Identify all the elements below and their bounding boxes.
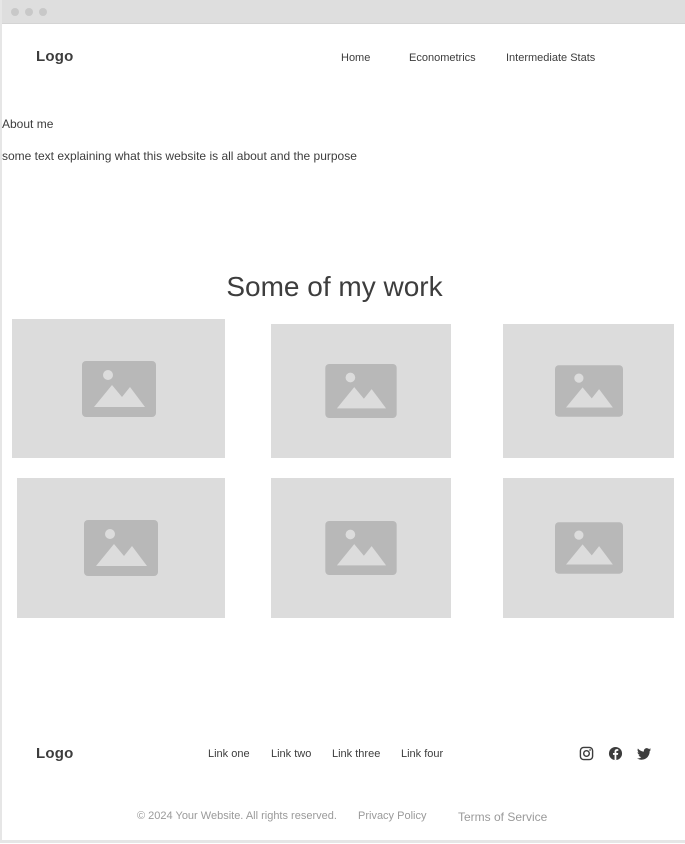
instagram-icon[interactable] bbox=[579, 746, 594, 761]
copyright-text: © 2024 Your Website. All rights reserved… bbox=[137, 810, 337, 822]
nav-intermediate-stats[interactable]: Intermediate Stats bbox=[506, 52, 595, 64]
image-placeholder-icon bbox=[554, 365, 623, 417]
work-section-title: Some of my work bbox=[226, 271, 443, 302]
header-logo[interactable]: Logo bbox=[36, 48, 73, 65]
work-card[interactable] bbox=[12, 319, 225, 458]
image-placeholder-icon bbox=[81, 360, 156, 417]
window-maximize-dot[interactable] bbox=[39, 8, 47, 16]
work-card[interactable] bbox=[271, 478, 451, 618]
browser-window: Logo Home Econometrics Intermediate Stat… bbox=[0, 0, 685, 843]
image-placeholder-icon bbox=[325, 521, 397, 575]
about-text: some text explaining what this website i… bbox=[2, 149, 357, 163]
facebook-icon[interactable] bbox=[608, 746, 623, 761]
footer-link-three[interactable]: Link three bbox=[332, 748, 380, 760]
image-placeholder-icon bbox=[554, 522, 623, 574]
work-card[interactable] bbox=[503, 324, 674, 458]
nav-econometrics[interactable]: Econometrics bbox=[409, 52, 476, 64]
footer-link-four[interactable]: Link four bbox=[401, 748, 443, 760]
work-card[interactable] bbox=[17, 478, 225, 618]
image-placeholder-icon bbox=[325, 364, 397, 418]
work-card[interactable] bbox=[503, 478, 674, 618]
window-close-dot[interactable] bbox=[11, 8, 19, 16]
work-card[interactable] bbox=[271, 324, 451, 458]
footer-link-two[interactable]: Link two bbox=[271, 748, 311, 760]
footer-link-one[interactable]: Link one bbox=[208, 748, 250, 760]
twitter-icon[interactable] bbox=[637, 746, 652, 761]
window-minimize-dot[interactable] bbox=[25, 8, 33, 16]
terms-of-service-link[interactable]: Terms of Service bbox=[458, 810, 547, 824]
footer-logo[interactable]: Logo bbox=[36, 745, 73, 762]
image-placeholder-icon bbox=[84, 520, 158, 576]
window-titlebar bbox=[2, 0, 685, 24]
nav-home[interactable]: Home bbox=[341, 52, 370, 64]
about-heading: About me bbox=[2, 117, 54, 131]
privacy-policy-link[interactable]: Privacy Policy bbox=[358, 810, 426, 822]
